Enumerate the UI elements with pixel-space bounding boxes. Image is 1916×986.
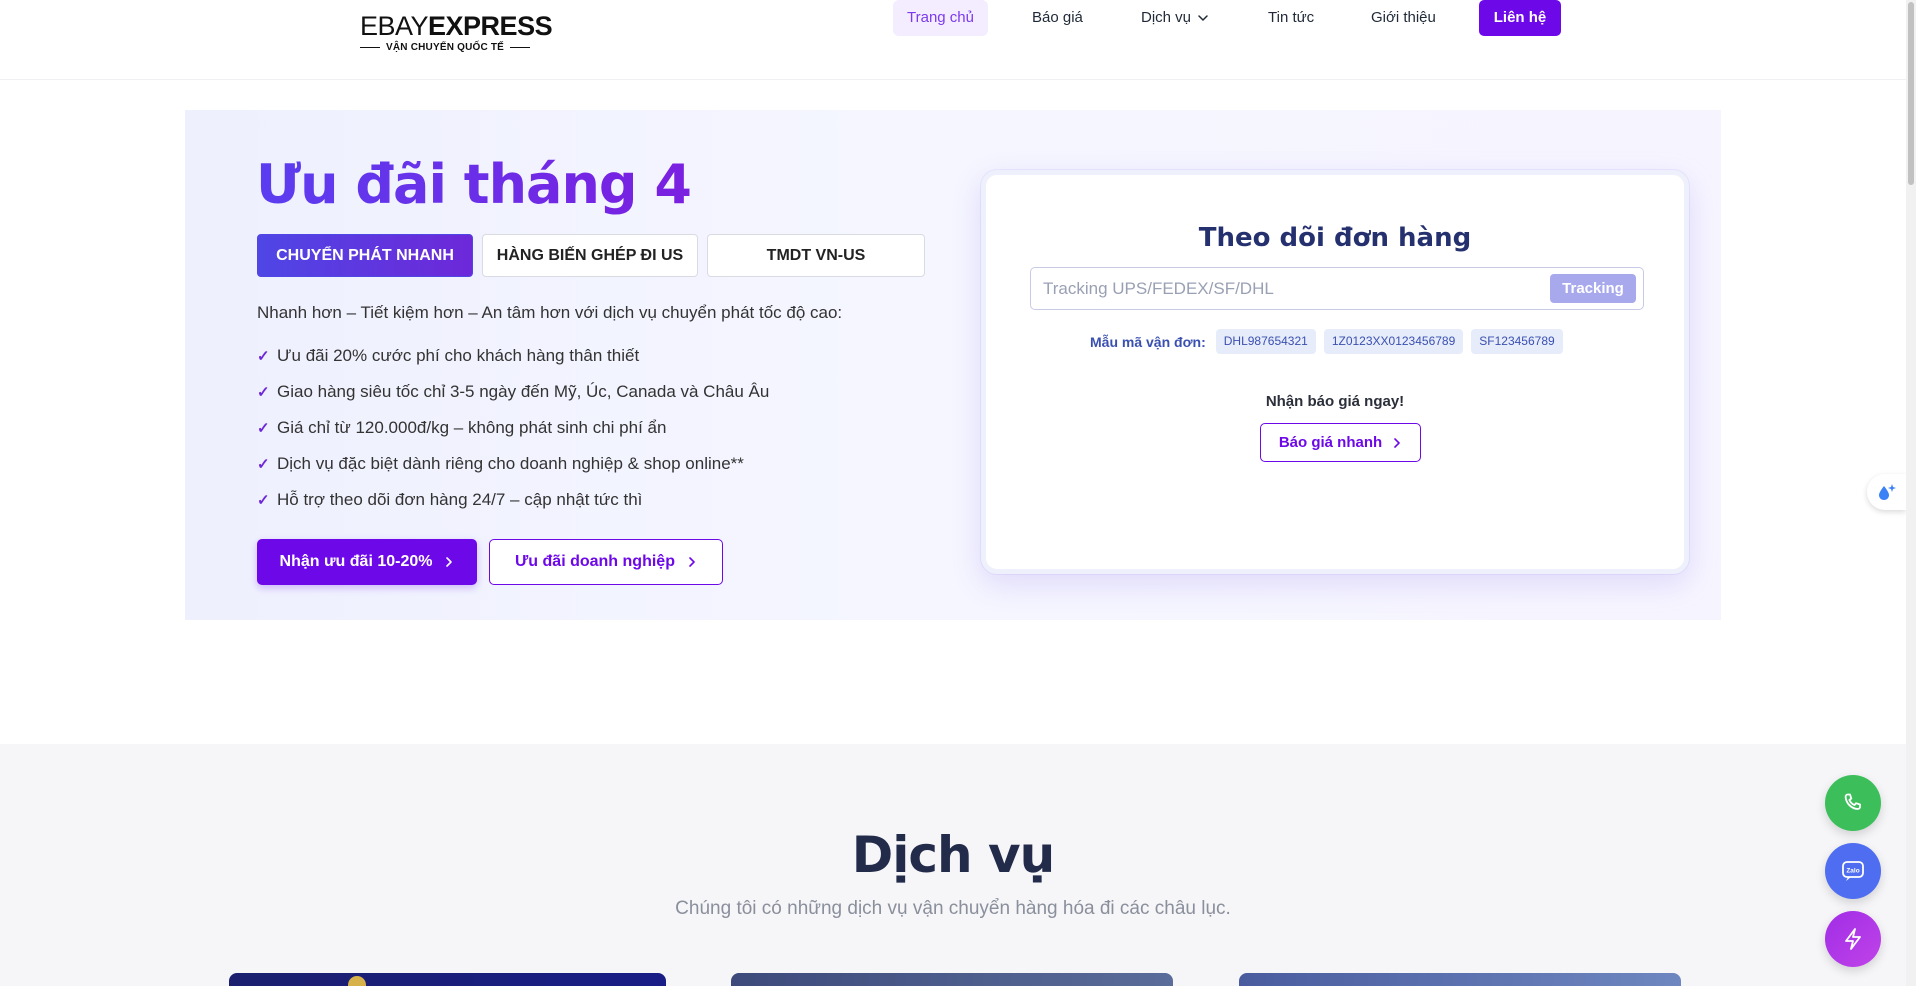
logo-divider-right — [510, 47, 531, 48]
service-card[interactable] — [229, 973, 666, 986]
services-subtitle: Chúng tôi có những dịch vụ vận chuyển hà… — [675, 898, 1231, 919]
services-title: Dịch vụ — [851, 826, 1055, 884]
service-card-image — [348, 976, 366, 986]
tracking-title: Theo dõi đơn hàng — [1198, 223, 1472, 253]
check-icon: ✓ — [257, 456, 270, 473]
list-item: ✓ Ưu đãi 20% cước phí cho khách hàng thâ… — [257, 338, 897, 374]
benefit-text: Hỗ trợ theo dõi đơn hàng 24/7 – cập nhật… — [277, 490, 643, 509]
tab-ecommerce-vn-us[interactable]: TMDT VN-US — [707, 234, 925, 277]
sample-code-chip[interactable]: DHL987654321 — [1215, 329, 1316, 354]
tracking-input-group: Tracking — [1030, 267, 1644, 310]
hero-intro: Nhanh hơn – Tiết kiệm hơn – An tâm hơn v… — [257, 303, 843, 322]
tracking-input[interactable] — [1043, 276, 1523, 302]
logo-wordmark-light: EBAY — [360, 11, 429, 41]
logo-wordmark-bold: EXPRESS — [428, 11, 553, 41]
list-item: ✓ Giá chỉ từ 120.000đ/kg – không phát si… — [257, 410, 897, 446]
benefit-text: Giao hàng siêu tốc chỉ 3-5 ngày đến Mỹ, … — [277, 382, 770, 401]
check-icon: ✓ — [257, 420, 270, 437]
logo-tagline: VẬN CHUYỂN QUỐC TẾ — [386, 42, 505, 53]
zalo-chat-button[interactable]: Zalo — [1825, 843, 1881, 899]
sample-codes-label: Mẫu mã vận đơn: — [1090, 333, 1206, 350]
hero-title: Ưu đãi tháng 4 — [256, 150, 692, 220]
sample-code-chip[interactable]: 1Z0123XX0123456789 — [1323, 329, 1464, 354]
tab-consolidated-us[interactable]: HÀNG BIẾN GHÉP ĐI US — [482, 234, 698, 277]
check-icon: ✓ — [257, 384, 270, 401]
logo-wordmark: EBAYEXPRESS — [360, 11, 553, 41]
call-button[interactable] — [1825, 775, 1881, 831]
zalo-chat-icon: Zalo — [1842, 861, 1864, 881]
chevron-right-icon — [689, 557, 695, 567]
quick-quote-label: Báo giá nhanh — [1278, 434, 1383, 451]
business-offer-label: Ưu đãi doanh nghiệp — [515, 553, 675, 570]
services-section: Dịch vụ Chúng tôi có những dịch vụ vận c… — [0, 744, 1906, 986]
check-icon: ✓ — [257, 492, 270, 509]
sample-codes: Mẫu mã vận đơn: DHL987654321 1Z0123XX012… — [1090, 329, 1563, 354]
chevron-right-icon — [1394, 437, 1400, 448]
get-discount-label: Nhận ưu đãi 10-20% — [279, 553, 433, 570]
business-offer-button[interactable]: Ưu đãi doanh nghiệp — [489, 539, 723, 585]
list-item: ✓ Dịch vụ đặc biệt dành riêng cho doanh … — [257, 446, 897, 482]
nav-news[interactable]: Tin tức — [1268, 0, 1314, 36]
chevron-down-icon — [1198, 15, 1208, 21]
benefit-list: ✓ Ưu đãi 20% cước phí cho khách hàng thâ… — [257, 338, 897, 518]
tab-express[interactable]: CHUYỂN PHÁT NHANH — [257, 234, 473, 277]
nav-contact-button[interactable]: Liên hệ — [1479, 0, 1561, 36]
nav-about[interactable]: Giới thiệu — [1371, 0, 1436, 36]
site-logo[interactable]: EBAYEXPRESS VẬN CHUYỂN QUỐC TẾ — [360, 11, 553, 56]
benefit-text: Ưu đãi 20% cước phí cho khách hàng thân … — [277, 346, 640, 365]
chevron-right-icon — [446, 557, 453, 567]
sparkle-drop-icon — [1878, 484, 1896, 500]
nav-services-label: Dịch vụ — [1141, 9, 1192, 26]
benefit-text: Giá chỉ từ 120.000đ/kg – không phát sinh… — [277, 418, 667, 437]
phone-icon — [1844, 793, 1861, 810]
list-item: ✓ Hỗ trợ theo dõi đơn hàng 24/7 – cập nh… — [257, 482, 897, 518]
tracking-button[interactable]: Tracking — [1550, 274, 1636, 303]
nav-services[interactable]: Dịch vụ — [1141, 0, 1209, 36]
scrollbar-thumb[interactable] — [1908, 2, 1914, 185]
quote-prompt: Nhận báo giá ngay! — [1265, 393, 1405, 410]
sample-code-chip[interactable]: SF123456789 — [1471, 329, 1563, 354]
list-item: ✓ Giao hàng siêu tốc chỉ 3-5 ngày đến Mỹ… — [257, 374, 897, 410]
site-header: EBAYEXPRESS VẬN CHUYỂN QUỐC TẾ Trang chủ… — [0, 0, 1906, 80]
logo-divider-left — [360, 47, 380, 48]
logo-tagline-row: VẬN CHUYỂN QUỐC TẾ — [360, 42, 532, 53]
quick-action-button[interactable] — [1825, 911, 1881, 967]
service-card[interactable] — [731, 973, 1173, 986]
tracking-card: Theo dõi đơn hàng Tracking Mẫu mã vận đơ… — [981, 170, 1689, 574]
check-icon: ✓ — [257, 348, 270, 365]
service-card[interactable] — [1239, 973, 1681, 986]
side-widget-tab[interactable] — [1867, 474, 1906, 510]
lightning-icon — [1845, 928, 1861, 950]
nav-quote[interactable]: Báo giá — [1032, 0, 1083, 36]
benefit-text: Dịch vụ đặc biệt dành riêng cho doanh ng… — [277, 454, 744, 473]
quick-quote-button[interactable]: Báo giá nhanh — [1260, 423, 1421, 462]
nav-home[interactable]: Trang chủ — [893, 0, 988, 36]
get-discount-button[interactable]: Nhận ưu đãi 10-20% — [257, 539, 477, 585]
svg-text:Zalo: Zalo — [1846, 868, 1859, 875]
page-scrollbar[interactable] — [1906, 0, 1916, 986]
